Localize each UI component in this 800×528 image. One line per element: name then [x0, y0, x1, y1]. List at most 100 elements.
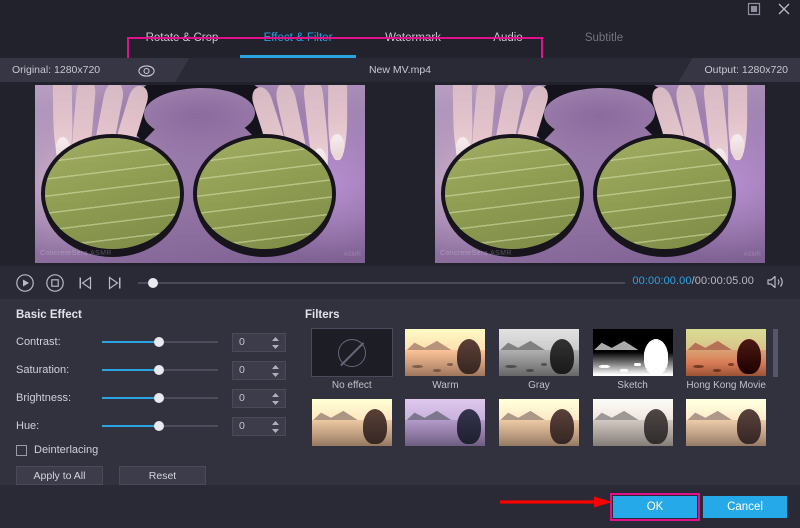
close-icon[interactable]	[776, 1, 792, 17]
brightness-stepper[interactable]: 0	[232, 389, 286, 408]
filter-thumbnail	[405, 399, 485, 446]
right-earcup	[597, 138, 732, 248]
saturation-row: Saturation: 0	[16, 360, 286, 380]
original-pane-header: Original: 1280x720	[0, 58, 189, 82]
tab-label: Audio	[493, 32, 522, 44]
video-watermark-corner: ASMR	[744, 252, 761, 258]
slider-handle[interactable]	[154, 393, 164, 403]
total-time: 00:00:05.00	[695, 275, 754, 287]
filter-label: Warm	[432, 380, 458, 391]
contrast-value: 0	[233, 336, 245, 348]
brightness-slider[interactable]	[102, 391, 218, 405]
saturation-value: 0	[233, 364, 245, 376]
window-controls	[746, 1, 792, 17]
tab-subtitle: Subtitle	[546, 18, 662, 58]
original-video-preview[interactable]: ConcreteSera ASMR ASMR	[35, 85, 365, 263]
hue-stepper[interactable]: 0	[232, 417, 286, 436]
ok-label: OK	[647, 501, 664, 513]
deinterlacing-checkbox[interactable]	[16, 445, 27, 456]
play-icon[interactable]	[14, 272, 36, 294]
filters-title: Filters	[305, 309, 790, 321]
stepper-arrows[interactable]	[271, 336, 280, 350]
tab-watermark[interactable]: Watermark	[356, 18, 470, 58]
hue-label: Hue:	[16, 420, 102, 432]
filters-scrollbar-thumb[interactable]	[773, 329, 778, 377]
filter-thumbnail	[312, 399, 392, 446]
reset-button[interactable]: Reset	[119, 466, 206, 485]
eye-icon[interactable]	[138, 64, 155, 76]
contrast-row: Contrast: 0	[16, 332, 286, 352]
ok-button[interactable]: OK	[613, 496, 697, 518]
filter-thumbnail	[593, 329, 673, 376]
editing-panel: Basic Effect Contrast: 0 Saturation:	[0, 299, 800, 485]
saturation-slider[interactable]	[102, 363, 218, 377]
stepper-arrows[interactable]	[271, 420, 280, 434]
slider-handle[interactable]	[154, 337, 164, 347]
basic-effect-title: Basic Effect	[16, 309, 286, 321]
filter-item-sketch[interactable]: Sketch	[586, 329, 680, 391]
tab-list: Rotate & Crop Effect & Filter Watermark …	[124, 18, 662, 58]
output-resolution-label: Output: 1280x720	[705, 64, 788, 76]
filter-thumbnail	[686, 399, 766, 446]
deinterlacing-checkbox-row[interactable]: Deinterlacing	[16, 444, 286, 456]
filter-thumbnail	[499, 399, 579, 446]
slider-handle[interactable]	[154, 421, 164, 431]
video-frame-original: ConcreteSera ASMR ASMR	[35, 85, 365, 263]
next-frame-icon[interactable]	[104, 272, 126, 294]
apply-to-all-button[interactable]: Apply to All	[16, 466, 103, 485]
previous-frame-icon[interactable]	[74, 272, 96, 294]
filter-item-9[interactable]	[586, 399, 680, 450]
video-watermark: ConcreteSera ASMR	[440, 250, 512, 257]
filter-item-no-effect[interactable]: No effect	[305, 329, 399, 391]
stepper-arrows[interactable]	[271, 392, 280, 406]
filter-thumbnail	[405, 329, 485, 376]
output-pane-header: Output: 1280x720	[679, 58, 800, 82]
deinterlacing-label: Deinterlacing	[34, 444, 98, 456]
contrast-slider[interactable]	[102, 335, 218, 349]
filter-item-10[interactable]	[679, 399, 773, 450]
cancel-label: Cancel	[727, 501, 763, 513]
cancel-button[interactable]: Cancel	[703, 496, 787, 518]
filter-thumbnail	[686, 329, 766, 376]
title-bar	[0, 0, 800, 18]
filter-item-hong-kong-movie[interactable]: Hong Kong Movie	[679, 329, 773, 391]
apply-to-all-label: Apply to All	[34, 470, 86, 482]
tab-label: Rotate & Crop	[146, 32, 219, 44]
tab-audio[interactable]: Audio	[470, 18, 546, 58]
filter-thumbnail	[593, 399, 673, 446]
hue-slider[interactable]	[102, 419, 218, 433]
filter-label: Gray	[528, 380, 550, 391]
volume-icon[interactable]	[766, 274, 786, 290]
current-time: 00:00:00.00	[632, 275, 691, 287]
hue-value: 0	[233, 420, 245, 432]
hue-row: Hue: 0	[16, 416, 286, 436]
output-video-preview[interactable]: ConcreteSera ASMR ASMR	[435, 85, 765, 263]
timecode-display: 00:00:00.00/00:00:05.00	[632, 275, 754, 287]
filters-scrollbar[interactable]	[773, 329, 778, 489]
filter-item-7[interactable]	[399, 399, 493, 450]
filter-label: No effect	[332, 380, 372, 391]
tab-effect-filter[interactable]: Effect & Filter	[240, 18, 356, 58]
video-editor-window: Rotate & Crop Effect & Filter Watermark …	[0, 0, 800, 528]
tab-rotate-crop[interactable]: Rotate & Crop	[124, 18, 240, 58]
saturation-stepper[interactable]: 0	[232, 361, 286, 380]
seek-bar[interactable]	[138, 282, 625, 284]
contrast-stepper[interactable]: 0	[232, 333, 286, 352]
brightness-row: Brightness: 0	[16, 388, 286, 408]
filter-item-8[interactable]	[492, 399, 586, 450]
seek-handle[interactable]	[148, 278, 158, 288]
slider-handle[interactable]	[154, 365, 164, 375]
filters-section: Filters No effect Warm	[305, 309, 790, 321]
filter-item-6[interactable]	[305, 399, 399, 450]
saturation-label: Saturation:	[16, 364, 102, 376]
left-earcup	[445, 138, 580, 248]
playback-bar: 00:00:00.00/00:00:05.00	[0, 266, 800, 299]
filter-item-warm[interactable]: Warm	[399, 329, 493, 391]
reset-label: Reset	[149, 470, 176, 482]
stepper-arrows[interactable]	[271, 364, 280, 378]
stop-icon[interactable]	[44, 272, 66, 294]
filter-item-gray[interactable]: Gray	[492, 329, 586, 391]
maximize-icon[interactable]	[746, 1, 762, 17]
preview-header: Original: 1280x720 New MV.mp4 Output: 12…	[0, 58, 800, 82]
video-watermark: ConcreteSera ASMR	[40, 250, 112, 257]
